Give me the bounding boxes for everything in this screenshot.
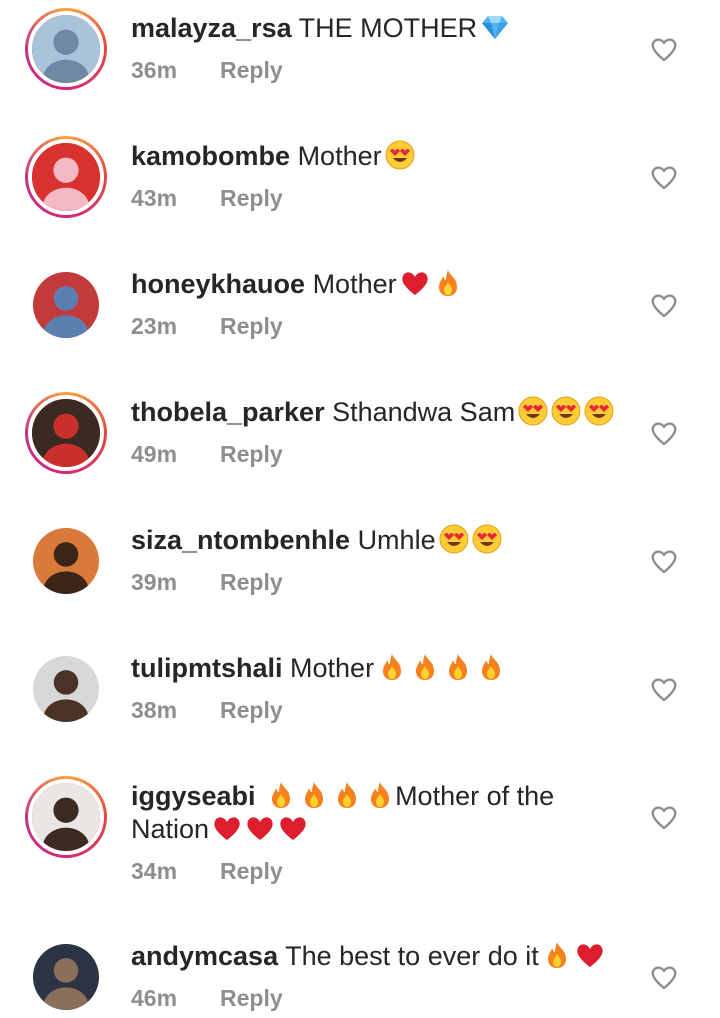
comment-timestamp: 49m [131,441,178,467]
comment-timestamp: 46m [131,985,178,1011]
comment-body-continued: Mother of the [395,781,555,811]
comment-text: iggyseabi Mother of the Nation 34m Reply [131,780,631,888]
reply-button[interactable]: Reply [220,313,283,339]
avatar-image [28,139,104,215]
avatar[interactable] [25,648,107,730]
comment-meta: 38m Reply [131,694,631,727]
comment-meta: 43m Reply [131,182,631,215]
fire-emoji-icon [410,652,440,682]
comment-username[interactable]: thobela_parker [131,397,325,427]
reply-button[interactable]: Reply [220,985,283,1011]
reply-button[interactable]: Reply [220,858,283,884]
comment-body-line2: Nation [131,814,210,844]
comment-timestamp: 38m [131,697,178,723]
heart-eyes-emoji-icon [518,396,548,426]
avatar[interactable] [25,936,107,1018]
reply-button[interactable]: Reply [220,441,283,467]
comment-body: Sthandwa Sam [332,397,516,427]
comment-timestamp: 34m [131,858,178,884]
comment-text: andymcasa The best to ever do it 46m Reply [131,940,631,1015]
comment-username[interactable]: tulipmtshali [131,653,283,683]
red-heart-emoji-icon [245,813,275,843]
avatar[interactable] [25,520,107,602]
comment-username[interactable]: honeykhauoe [131,269,305,299]
comment-timestamp: 39m [131,569,178,595]
fire-emoji-icon [266,780,296,810]
reply-button[interactable]: Reply [220,697,283,723]
fire-emoji-icon [433,268,463,298]
avatar-image [28,11,104,87]
red-heart-emoji-icon [278,813,308,843]
comment-body: Umhle [357,525,436,555]
avatar[interactable] [25,392,107,474]
comment-meta: 34m Reply [131,855,631,888]
comment-body: THE MOTHER [298,13,478,43]
comment-timestamp: 23m [131,313,178,339]
avatar-image [33,272,99,338]
fire-emoji-icon [332,780,362,810]
avatar-image [33,528,99,594]
comment-meta: 46m Reply [131,982,631,1015]
avatar[interactable] [25,776,107,858]
comment-body: Mother [290,653,375,683]
comment-text: tulipmtshali Mother 38m Reply [131,652,631,727]
avatar-image [33,656,99,722]
comment-timestamp: 43m [131,185,178,211]
comment-text: siza_ntombenhle Umhle 39m Reply [131,524,631,599]
comment-username[interactable]: andymcasa [131,941,278,971]
comment-username[interactable]: malayza_rsa [131,13,292,43]
heart-eyes-emoji-icon [472,524,502,554]
avatar-image [33,944,99,1010]
comment-body: Mother [297,141,382,171]
comment-body: Mother [312,269,397,299]
fire-emoji-icon [299,780,329,810]
avatar[interactable] [25,136,107,218]
comment-timestamp: 36m [131,57,178,83]
fire-emoji-icon [476,652,506,682]
comment-username[interactable]: iggyseabi [131,781,256,811]
heart-eyes-emoji-icon [551,396,581,426]
heart-eyes-emoji-icon [385,140,415,170]
comment-meta: 36m Reply [131,54,631,87]
like-heart-icon[interactable] [650,164,678,190]
red-heart-emoji-icon [575,940,605,970]
like-heart-icon[interactable] [650,804,678,830]
reply-button[interactable]: Reply [220,185,283,211]
heart-eyes-emoji-icon [584,396,614,426]
fire-emoji-icon [365,780,395,810]
avatar[interactable] [25,264,107,346]
like-heart-icon[interactable] [650,964,678,990]
comment-username[interactable]: siza_ntombenhle [131,525,350,555]
comment-text: thobela_parker Sthandwa Sam 49m Reply [131,396,631,471]
like-heart-icon[interactable] [650,292,678,318]
like-heart-icon[interactable] [650,420,678,446]
comment-username[interactable]: kamobombe [131,141,290,171]
heart-eyes-emoji-icon [439,524,469,554]
reply-button[interactable]: Reply [220,569,283,595]
red-heart-emoji-icon [212,813,242,843]
red-heart-emoji-icon [400,268,430,298]
avatar-image [28,395,104,471]
like-heart-icon[interactable] [650,36,678,62]
comment-text: honeykhauoe Mother 23m Reply [131,268,631,343]
like-heart-icon[interactable] [650,676,678,702]
comment-meta: 23m Reply [131,310,631,343]
fire-emoji-icon [542,940,572,970]
avatar[interactable] [25,8,107,90]
fire-emoji-icon [377,652,407,682]
comment-meta: 39m Reply [131,566,631,599]
reply-button[interactable]: Reply [220,57,283,83]
comment-meta: 49m Reply [131,438,631,471]
comment-body: The best to ever do it [285,941,539,971]
gem-emoji-icon [480,12,510,42]
comment-text: kamobombe Mother 43m Reply [131,140,631,215]
like-heart-icon[interactable] [650,548,678,574]
fire-emoji-icon [443,652,473,682]
comment-text: malayza_rsa THE MOTHER 36m Reply [131,12,631,87]
avatar-image [28,779,104,855]
